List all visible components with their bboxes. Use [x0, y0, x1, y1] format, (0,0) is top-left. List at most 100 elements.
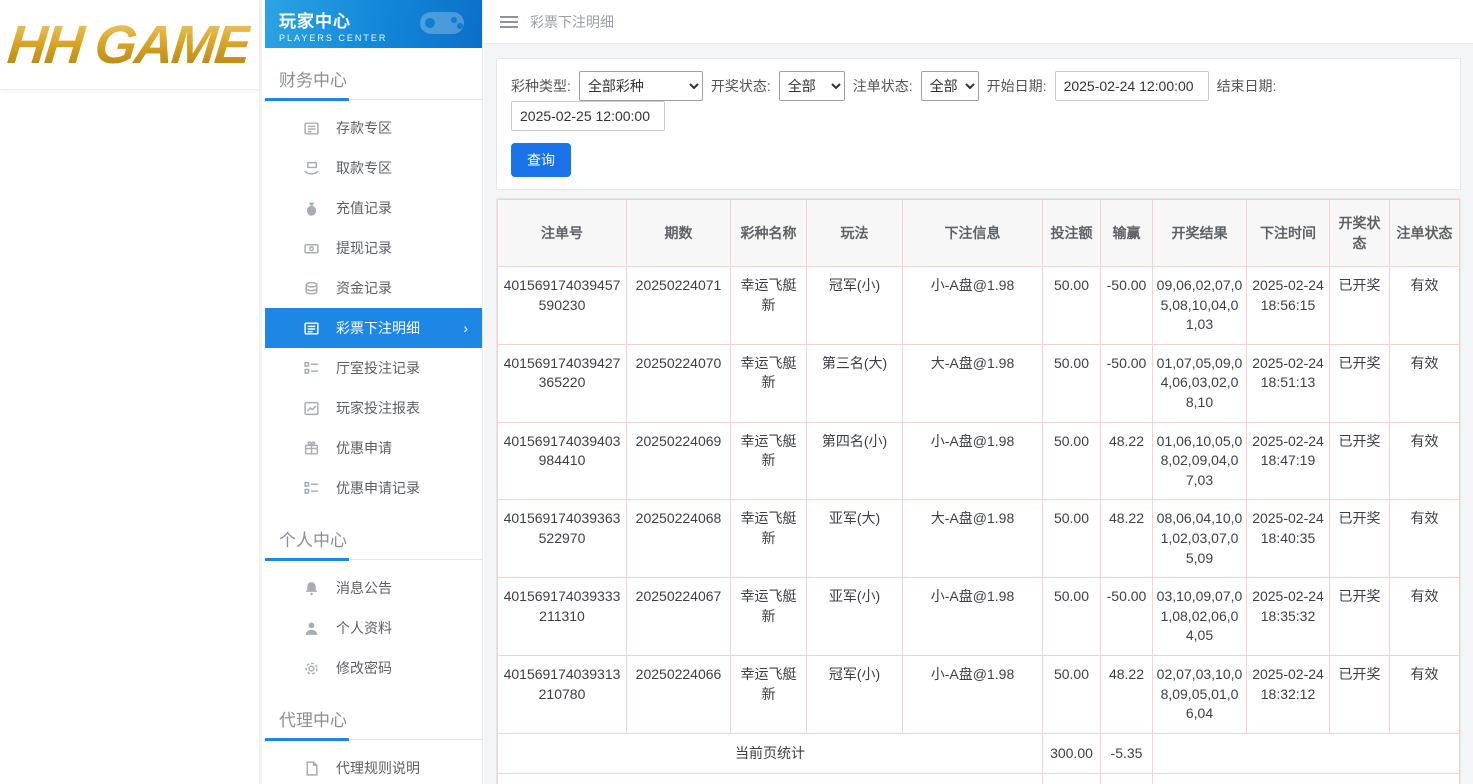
query-button[interactable]: 查询 [511, 143, 571, 177]
table-header-row: 注单号 期数 彩种名称 玩法 下注信息 投注额 输赢 开奖结果 下注时间 开奖状… [498, 200, 1460, 267]
table-cell: 有效 [1390, 655, 1460, 733]
table-cell: 401569174039363522970 [498, 500, 627, 578]
sidebar-item-label: 优惠申请记录 [336, 478, 420, 498]
hamburger-menu-icon[interactable] [500, 13, 518, 31]
sidebar-item-withdraw-zone[interactable]: 取款专区 [265, 148, 482, 188]
sidebar-item-profile[interactable]: 个人资料 [265, 608, 482, 648]
col-bet-time: 下注时间 [1247, 200, 1330, 267]
table-cell: 已开奖 [1330, 422, 1390, 500]
table-row: 40156917403936352297020250224068幸运飞艇新亚军(… [498, 500, 1460, 578]
sidebar-item-agent-rules[interactable]: 代理规则说明 [265, 748, 482, 784]
table-row: 40156917403933321131020250224067幸运飞艇新亚军(… [498, 578, 1460, 656]
personal-menu: 消息公告 个人资料 修改密码 [265, 560, 482, 688]
sidebar-item-funds-records[interactable]: 资金记录 [265, 268, 482, 308]
summary-label: 当前页统计 [498, 733, 1043, 774]
table-row: 40156917403942736522020250224070幸运飞艇新第三名… [498, 344, 1460, 422]
col-lottery-name: 彩种名称 [731, 200, 807, 267]
table-cell: -50.00 [1101, 267, 1153, 345]
table-cell: 48.22 [1101, 500, 1153, 578]
table-row: 40156917403945759023020250224071幸运飞艇新冠军(… [498, 267, 1460, 345]
table-cell: 401569174039333211310 [498, 578, 627, 656]
list-icon [303, 360, 320, 377]
col-draw-status: 开奖状态 [1330, 200, 1390, 267]
table-cell: 2025-02-24 18:40:35 [1247, 500, 1330, 578]
sidebar-item-label: 玩家投注报表 [336, 398, 420, 418]
section-personal: 个人中心 [265, 522, 482, 560]
gift-icon [303, 440, 320, 457]
sidebar-item-deposit-zone[interactable]: 存款专区 [265, 108, 482, 148]
sidebar-item-hall-bet-records[interactable]: 厅室投注记录 [265, 348, 482, 388]
sidebar-item-label: 消息公告 [336, 578, 392, 598]
chevron-right-icon: › [463, 320, 468, 336]
table-cell: 48.22 [1101, 655, 1153, 733]
sidebar-item-promo-records[interactable]: 优惠申请记录 [265, 468, 482, 508]
table-cell: 50.00 [1043, 578, 1101, 656]
table-cell: 20250224069 [627, 422, 731, 500]
table-cell: 09,06,02,07,05,08,10,04,01,03 [1153, 267, 1247, 345]
sidebar-item-promo-apply[interactable]: 优惠申请 [265, 428, 482, 468]
sidebar-item-lottery-bet-details[interactable]: 彩票下注明细 › [265, 308, 482, 348]
start-date-label: 开始日期: [987, 76, 1047, 96]
table-cell: 50.00 [1043, 422, 1101, 500]
table-cell: 401569174039427365220 [498, 344, 627, 422]
sidebar-item-recharge-records[interactable]: 充值记录 [265, 188, 482, 228]
sidebar-item-withdrawal-records[interactable]: 提现记录 [265, 228, 482, 268]
table-cell: 亚军(小) [807, 578, 903, 656]
table-cell: 冠军(小) [807, 655, 903, 733]
bet-table-card: 注单号 期数 彩种名称 玩法 下注信息 投注额 输赢 开奖结果 下注时间 开奖状… [496, 198, 1461, 784]
sidebar-item-announcements[interactable]: 消息公告 [265, 568, 482, 608]
table-cell: 小-A盘@1.98 [903, 655, 1043, 733]
filter-panel: 彩种类型: 全部彩种 开奖状态: 全部 注单状态: 全部 开始日期: 结束日期:… [496, 58, 1461, 190]
lottery-type-select[interactable]: 全部彩种 [579, 71, 703, 101]
table-cell: 01,07,05,09,04,06,03,02,08,10 [1153, 344, 1247, 422]
table-cell: 有效 [1390, 267, 1460, 345]
col-bet-number: 注单号 [498, 200, 627, 267]
total-summary-row: 总统计300.00-5.35 [498, 774, 1460, 784]
col-win-loss: 输赢 [1101, 200, 1153, 267]
withdraw-icon [303, 160, 320, 177]
table-cell: 03,10,09,07,01,08,02,06,04,05 [1153, 578, 1247, 656]
table-cell: 已开奖 [1330, 344, 1390, 422]
table-cell: 小-A盘@1.98 [903, 422, 1043, 500]
table-cell: 50.00 [1043, 655, 1101, 733]
end-date-input[interactable] [511, 101, 665, 131]
bet-table: 注单号 期数 彩种名称 玩法 下注信息 投注额 输赢 开奖结果 下注时间 开奖状… [497, 199, 1460, 784]
sidebar-item-change-password[interactable]: 修改密码 [265, 648, 482, 688]
person-icon [303, 620, 320, 637]
agent-menu: 代理规则说明 代理团队统计 [265, 740, 482, 784]
sidebar: 玩家中心 PLAYERS CENTER 财务中心 存款专区 取款专区 充值记录 [265, 0, 483, 784]
col-draw-result: 开奖结果 [1153, 200, 1247, 267]
draw-status-select[interactable]: 全部 [779, 71, 845, 101]
start-date-input[interactable] [1055, 71, 1209, 101]
bet-status-select[interactable]: 全部 [921, 71, 979, 101]
sidebar-item-label: 厅室投注记录 [336, 358, 420, 378]
col-bet-amount: 投注额 [1043, 200, 1101, 267]
col-bet-status: 注单状态 [1390, 200, 1460, 267]
bell-icon [303, 580, 320, 597]
table-cell: 48.22 [1101, 422, 1153, 500]
end-date-label: 结束日期: [1217, 76, 1277, 96]
sidebar-item-label: 优惠申请 [336, 438, 392, 458]
sidebar-item-player-bet-report[interactable]: 玩家投注报表 [265, 388, 482, 428]
summary-win-loss: -5.35 [1101, 774, 1153, 784]
table-cell: 50.00 [1043, 500, 1101, 578]
table-cell: 2025-02-24 18:47:19 [1247, 422, 1330, 500]
table-row: 40156917403940398441020250224069幸运飞艇新第四名… [498, 422, 1460, 500]
sidebar-item-label: 提现记录 [336, 238, 392, 258]
table-cell: 20250224070 [627, 344, 731, 422]
table-cell: 401569174039313210780 [498, 655, 627, 733]
deposit-icon [303, 120, 320, 137]
table-cell: 幸运飞艇新 [731, 422, 807, 500]
table-cell: 大-A盘@1.98 [903, 344, 1043, 422]
table-cell: 已开奖 [1330, 267, 1390, 345]
table-row: 40156917403931321078020250224066幸运飞艇新冠军(… [498, 655, 1460, 733]
table-cell: 第四名(小) [807, 422, 903, 500]
table-cell: 有效 [1390, 344, 1460, 422]
table-cell: 小-A盘@1.98 [903, 267, 1043, 345]
table-cell: 20250224068 [627, 500, 731, 578]
table-cell: 有效 [1390, 578, 1460, 656]
gamepad-icon [416, 6, 472, 42]
table-cell: 幸运飞艇新 [731, 578, 807, 656]
brand-logo: HH GAME [5, 14, 253, 76]
bet-list-icon [303, 320, 320, 337]
